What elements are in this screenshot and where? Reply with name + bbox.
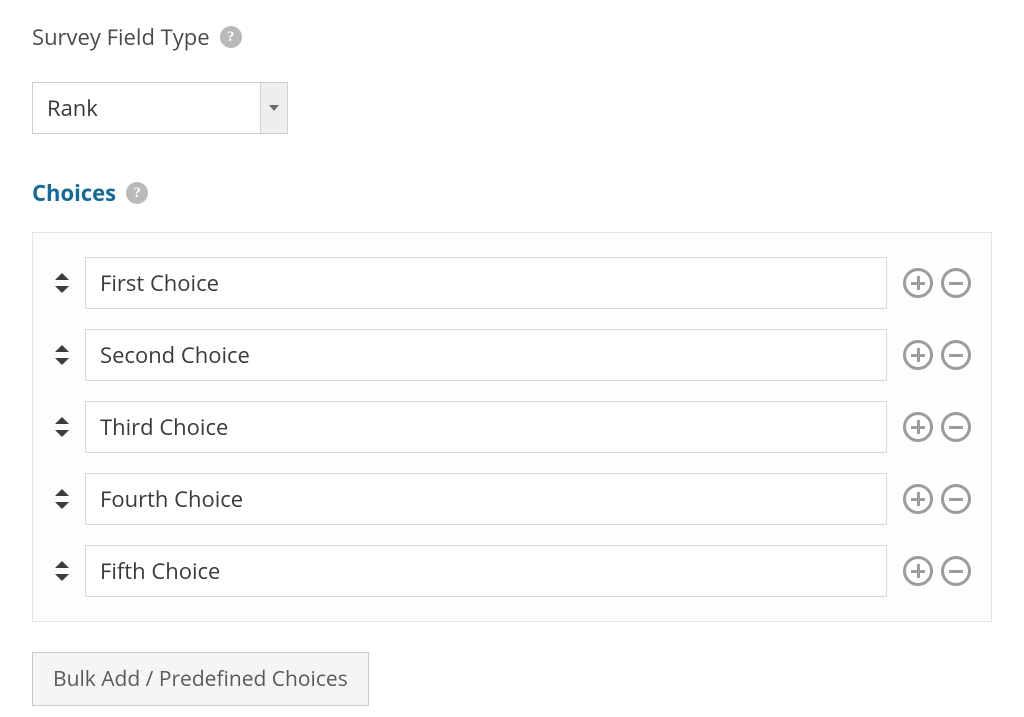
remove-choice-button[interactable]: [941, 412, 971, 442]
drag-handle-icon[interactable]: [51, 336, 73, 374]
drag-handle-icon[interactable]: [51, 408, 73, 446]
help-icon[interactable]: ?: [220, 26, 242, 48]
choices-heading: Choices: [32, 178, 116, 208]
choice-row: [51, 329, 971, 381]
choice-input[interactable]: [85, 473, 887, 525]
add-choice-button[interactable]: [903, 484, 933, 514]
add-choice-button[interactable]: [903, 556, 933, 586]
remove-choice-button[interactable]: [941, 484, 971, 514]
add-choice-button[interactable]: [903, 268, 933, 298]
field-type-select[interactable]: Rank: [32, 82, 288, 134]
choice-input[interactable]: [85, 257, 887, 309]
choice-row: [51, 257, 971, 309]
add-choice-button[interactable]: [903, 340, 933, 370]
choice-input[interactable]: [85, 329, 887, 381]
chevron-down-icon: [260, 83, 287, 133]
choice-row: [51, 473, 971, 525]
choices-container: [32, 232, 992, 622]
choice-row: [51, 545, 971, 597]
drag-handle-icon[interactable]: [51, 552, 73, 590]
remove-choice-button[interactable]: [941, 268, 971, 298]
choice-input[interactable]: [85, 545, 887, 597]
remove-choice-button[interactable]: [941, 556, 971, 586]
bulk-add-button[interactable]: Bulk Add / Predefined Choices: [32, 652, 369, 706]
field-type-label: Survey Field Type: [32, 22, 210, 52]
help-icon[interactable]: ?: [126, 182, 148, 204]
remove-choice-button[interactable]: [941, 340, 971, 370]
field-type-value: Rank: [33, 83, 260, 133]
drag-handle-icon[interactable]: [51, 264, 73, 302]
choice-input[interactable]: [85, 401, 887, 453]
choice-row: [51, 401, 971, 453]
add-choice-button[interactable]: [903, 412, 933, 442]
drag-handle-icon[interactable]: [51, 480, 73, 518]
